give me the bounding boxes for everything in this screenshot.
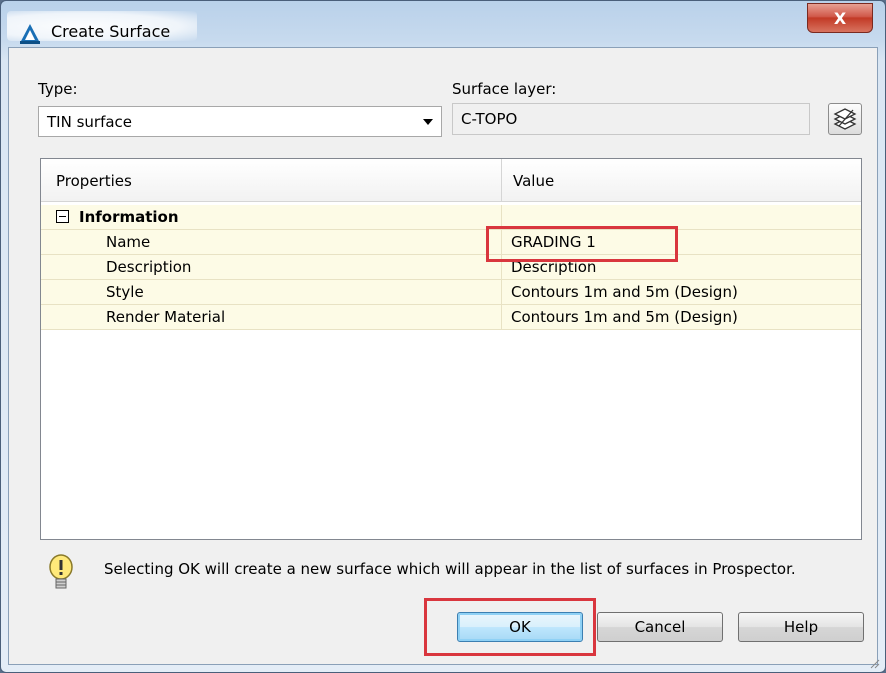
window-title: Create Surface <box>51 22 171 41</box>
type-dropdown-value: TIN surface <box>47 113 133 131</box>
cell-divider <box>501 305 502 329</box>
title-bar[interactable]: Create Surface X <box>1 1 885 47</box>
type-label: Type: <box>38 80 78 98</box>
property-name: Name <box>106 233 151 251</box>
type-dropdown[interactable]: TIN surface <box>38 106 442 137</box>
property-name: Render Material <box>106 308 226 326</box>
resize-grip-icon[interactable] <box>868 657 880 669</box>
cell-divider <box>501 280 502 304</box>
grid-header: Properties Value <box>41 159 861 202</box>
collapse-icon[interactable] <box>56 210 69 223</box>
name-highlight-box <box>486 226 678 262</box>
property-row[interactable]: Name GRADING 1 <box>41 230 861 255</box>
property-value[interactable]: Contours 1m and 5m (Design) <box>511 283 738 301</box>
property-row[interactable]: Description Description <box>41 255 861 280</box>
info-message: Selecting OK will create a new surface w… <box>104 560 796 578</box>
chevron-down-icon <box>423 119 433 125</box>
surface-layer-value: C-TOPO <box>461 110 518 128</box>
cancel-button[interactable]: Cancel <box>597 612 723 642</box>
ok-highlight-box <box>424 598 596 656</box>
select-layer-button[interactable] <box>828 103 862 135</box>
properties-column-header[interactable]: Properties <box>56 172 132 190</box>
properties-grid: Properties Value Information Name GRADIN… <box>40 158 862 540</box>
property-name: Description <box>106 258 192 276</box>
surface-layer-label: Surface layer: <box>452 80 557 98</box>
lightbulb-icon <box>49 554 73 589</box>
layer-icon <box>833 108 857 130</box>
surface-layer-field: C-TOPO <box>452 103 810 135</box>
autocad-civil-icon <box>20 24 40 44</box>
close-button[interactable]: X <box>807 3 873 33</box>
property-name: Style <box>106 283 144 301</box>
help-button[interactable]: Help <box>738 612 864 642</box>
category-row-information[interactable]: Information <box>41 205 861 230</box>
property-row[interactable]: Render Material Contours 1m and 5m (Desi… <box>41 305 861 330</box>
category-label: Information <box>79 208 179 226</box>
column-divider[interactable] <box>501 159 502 201</box>
property-value[interactable]: Contours 1m and 5m (Design) <box>511 308 738 326</box>
property-row[interactable]: Style Contours 1m and 5m (Design) <box>41 280 861 305</box>
value-column-header[interactable]: Value <box>513 172 554 190</box>
